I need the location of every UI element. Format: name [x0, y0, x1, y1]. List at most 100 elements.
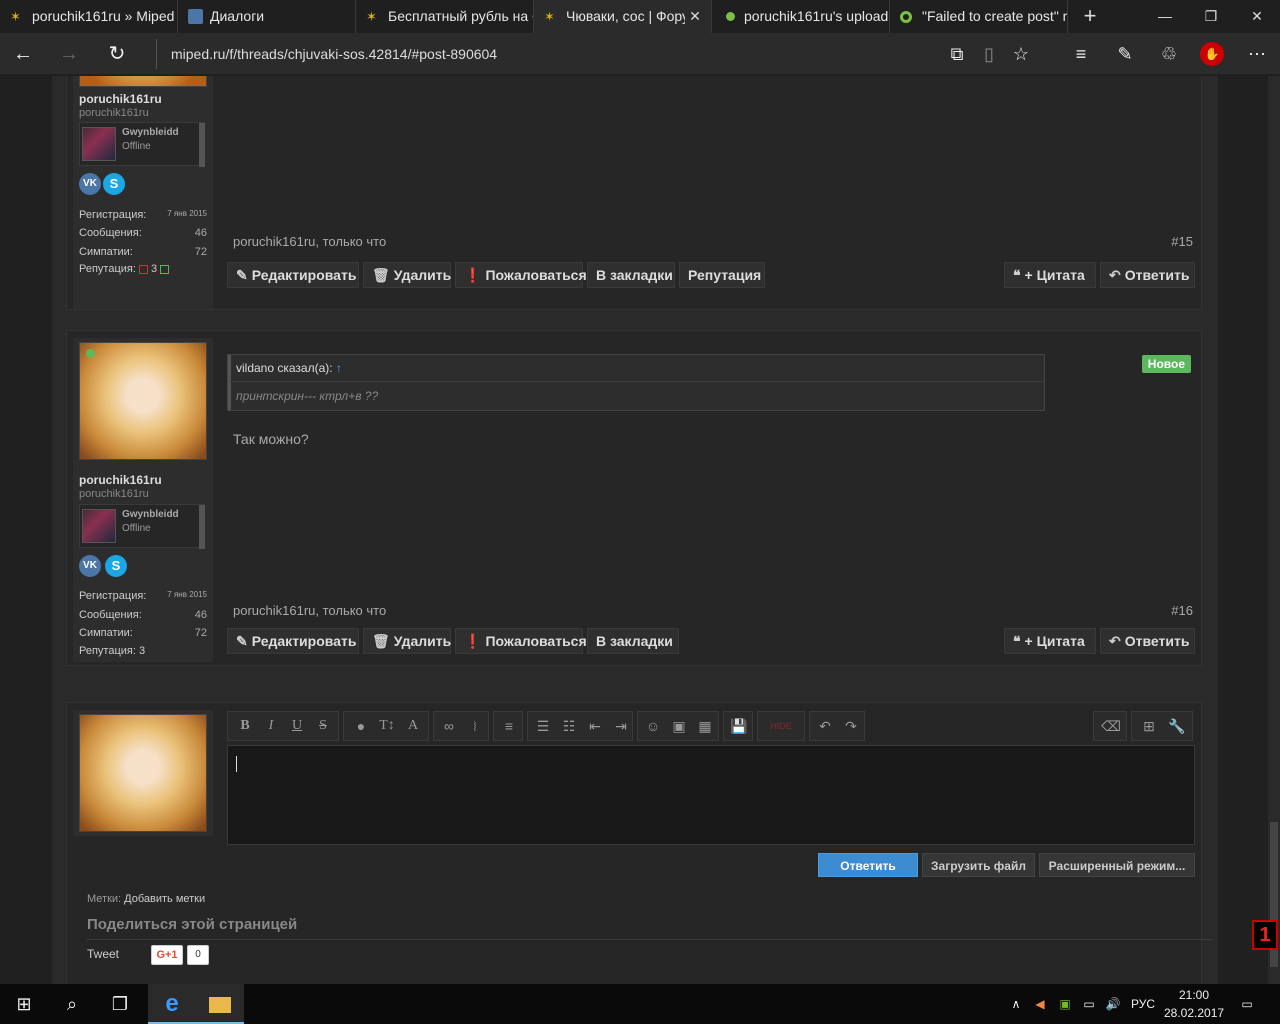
link-icon[interactable]: ∞ [436, 712, 462, 740]
post-meta[interactable]: poruchik161ru, только что [233, 603, 386, 618]
web-note-icon[interactable]: ✎ [1112, 41, 1138, 67]
edit-button[interactable]: ✎ Редактировать [227, 262, 359, 288]
trash-icon: 🗑 [372, 267, 390, 283]
bookmark-button[interactable]: В закладки [587, 262, 675, 288]
post-meta[interactable]: poruchik161ru, только что [233, 234, 386, 249]
upload-file-button[interactable]: Загрузить файл [922, 853, 1035, 877]
vk-icon[interactable]: VK [79, 555, 101, 577]
bold-icon[interactable]: B [232, 712, 258, 740]
avatar[interactable] [79, 714, 207, 832]
tray-chevron-icon[interactable]: ∧ [1006, 984, 1026, 1024]
underline-icon[interactable]: U [284, 712, 310, 740]
edge-icon[interactable]: e [148, 984, 196, 1024]
undo-icon[interactable]: ↶ [812, 712, 838, 740]
file-explorer-icon[interactable] [196, 984, 244, 1024]
minimize-button[interactable]: — [1142, 0, 1188, 33]
tab-3[interactable]: ✶ Бесплатный рубль на С [356, 0, 534, 33]
save-icon[interactable]: 💾 [726, 712, 752, 740]
tab-6[interactable]: "Failed to create post" r [890, 0, 1068, 33]
search-icon[interactable]: ⌕ [48, 984, 96, 1024]
translate-icon[interactable]: ⧉ [944, 41, 970, 67]
username[interactable]: poruchik161ru [79, 92, 162, 106]
add-tags-link[interactable]: Добавить метки [124, 893, 205, 905]
forward-button[interactable]: → [46, 33, 92, 75]
image-icon[interactable]: ▣ [666, 712, 692, 740]
post-number[interactable]: #15 [1171, 234, 1193, 249]
nvidia-icon[interactable]: ▣ [1054, 984, 1076, 1024]
tweet-button[interactable]: Tweet [87, 947, 119, 961]
skype-icon[interactable]: S [103, 173, 125, 195]
submit-reply-button[interactable]: Ответить [818, 853, 918, 877]
tab-1[interactable]: ✶ poruchik161ru » Miped [0, 0, 178, 33]
strike-icon[interactable]: S [310, 712, 336, 740]
font-icon[interactable]: A [400, 712, 426, 740]
align-icon[interactable]: ≡ [496, 712, 522, 740]
url-field[interactable]: miped.ru/f/threads/chjuvaki-sos.42814/#p… [156, 39, 936, 69]
delete-button[interactable]: 🗑 Удалить [363, 628, 451, 654]
reply-button[interactable]: ↶ Ответить [1100, 262, 1195, 288]
outdent-icon[interactable]: ⇤ [582, 712, 608, 740]
quote-jump-icon[interactable]: ↑ [336, 361, 342, 375]
eraser-icon[interactable]: ⌫ [1098, 712, 1124, 740]
rep-plus-icon [160, 264, 170, 274]
reading-view-icon[interactable]: ▯ [976, 41, 1002, 67]
hide-icon[interactable]: HIDE [768, 712, 794, 740]
color-icon[interactable]: ● [348, 712, 374, 740]
notifications-icon[interactable]: ▭ [1234, 984, 1260, 1024]
indent-icon[interactable]: ⇥ [608, 712, 634, 740]
quote-button[interactable]: ❝ + Цитата [1004, 262, 1096, 288]
close-tab-icon[interactable]: ✕ [685, 0, 705, 33]
tab-5[interactable]: poruchik161ru's upload [712, 0, 890, 33]
hub-icon[interactable]: ≡ [1068, 41, 1094, 67]
reply-button[interactable]: ↶ Ответить [1100, 628, 1195, 654]
avatar[interactable] [79, 342, 207, 460]
skype-icon[interactable]: S [105, 555, 127, 577]
tab-2[interactable]: Диалоги [178, 0, 356, 33]
refresh-button[interactable]: ↻ [94, 33, 140, 75]
restore-button[interactable]: ❐ [1188, 0, 1234, 33]
bullet-list-icon[interactable]: ☰ [530, 712, 556, 740]
close-window-button[interactable]: ✕ [1234, 0, 1280, 33]
avatar[interactable] [79, 76, 207, 87]
media-icon[interactable]: ▦ [692, 712, 718, 740]
language-indicator[interactable]: РУС [1128, 984, 1158, 1024]
expand-icon[interactable]: ⊞ [1136, 712, 1162, 740]
clock[interactable]: 21:00 28.02.2017 [1164, 986, 1224, 1022]
tab-4-active[interactable]: ✶ Чюваки, сос | Фору ✕ [534, 0, 712, 33]
start-icon[interactable]: ⊞ [0, 984, 48, 1024]
smiley-icon[interactable]: ☺ [640, 712, 666, 740]
page-scrollbar[interactable] [1268, 76, 1280, 984]
more-icon[interactable]: ⋯ [1244, 41, 1270, 67]
unlink-icon[interactable]: ⧘ [462, 712, 488, 740]
report-button[interactable]: ❗ Пожаловаться [455, 628, 587, 654]
volume-app-icon[interactable]: ◀ [1030, 984, 1050, 1024]
wrench-icon[interactable]: 🔧 [1164, 712, 1190, 740]
guild-card[interactable]: Gwynbleidd Offline [79, 122, 205, 167]
font-size-icon[interactable]: T↕ [374, 712, 400, 740]
gplus-button[interactable]: G+1 [151, 945, 183, 965]
guild-card[interactable]: Gwynbleidd Offline [79, 504, 205, 549]
new-tab-button[interactable]: + [1068, 0, 1112, 33]
quote-button[interactable]: ❝ + Цитата [1004, 628, 1096, 654]
favorite-star-icon[interactable]: ☆ [1008, 41, 1034, 67]
speaker-icon[interactable]: 🔊 [1102, 984, 1124, 1024]
reply-text-editor[interactable] [227, 745, 1195, 845]
numbered-list-icon[interactable]: ☷ [556, 712, 582, 740]
reputation-button[interactable]: Репутация [679, 262, 765, 288]
bookmark-button[interactable]: В закладки [587, 628, 679, 654]
redo-icon[interactable]: ↷ [838, 712, 864, 740]
share-icon[interactable]: ♲ [1156, 41, 1182, 67]
username[interactable]: poruchik161ru [79, 473, 162, 487]
back-button[interactable]: ← [0, 33, 46, 75]
network-icon[interactable]: ▭ [1078, 984, 1100, 1024]
post-number[interactable]: #16 [1171, 603, 1193, 618]
adblock-icon[interactable]: ✋ [1200, 42, 1224, 66]
edit-button[interactable]: ✎ Редактировать [227, 628, 359, 654]
vk-icon[interactable]: VK [79, 173, 101, 195]
italic-icon[interactable]: I [258, 712, 284, 740]
delete-button[interactable]: 🗑 Удалить [363, 262, 451, 288]
counter-widget-icon[interactable]: 1 [1252, 920, 1278, 950]
report-button[interactable]: ❗ Пожаловаться [455, 262, 587, 288]
advanced-mode-button[interactable]: Расширенный режим... [1039, 853, 1195, 877]
task-view-icon[interactable]: ❐ [96, 984, 144, 1024]
